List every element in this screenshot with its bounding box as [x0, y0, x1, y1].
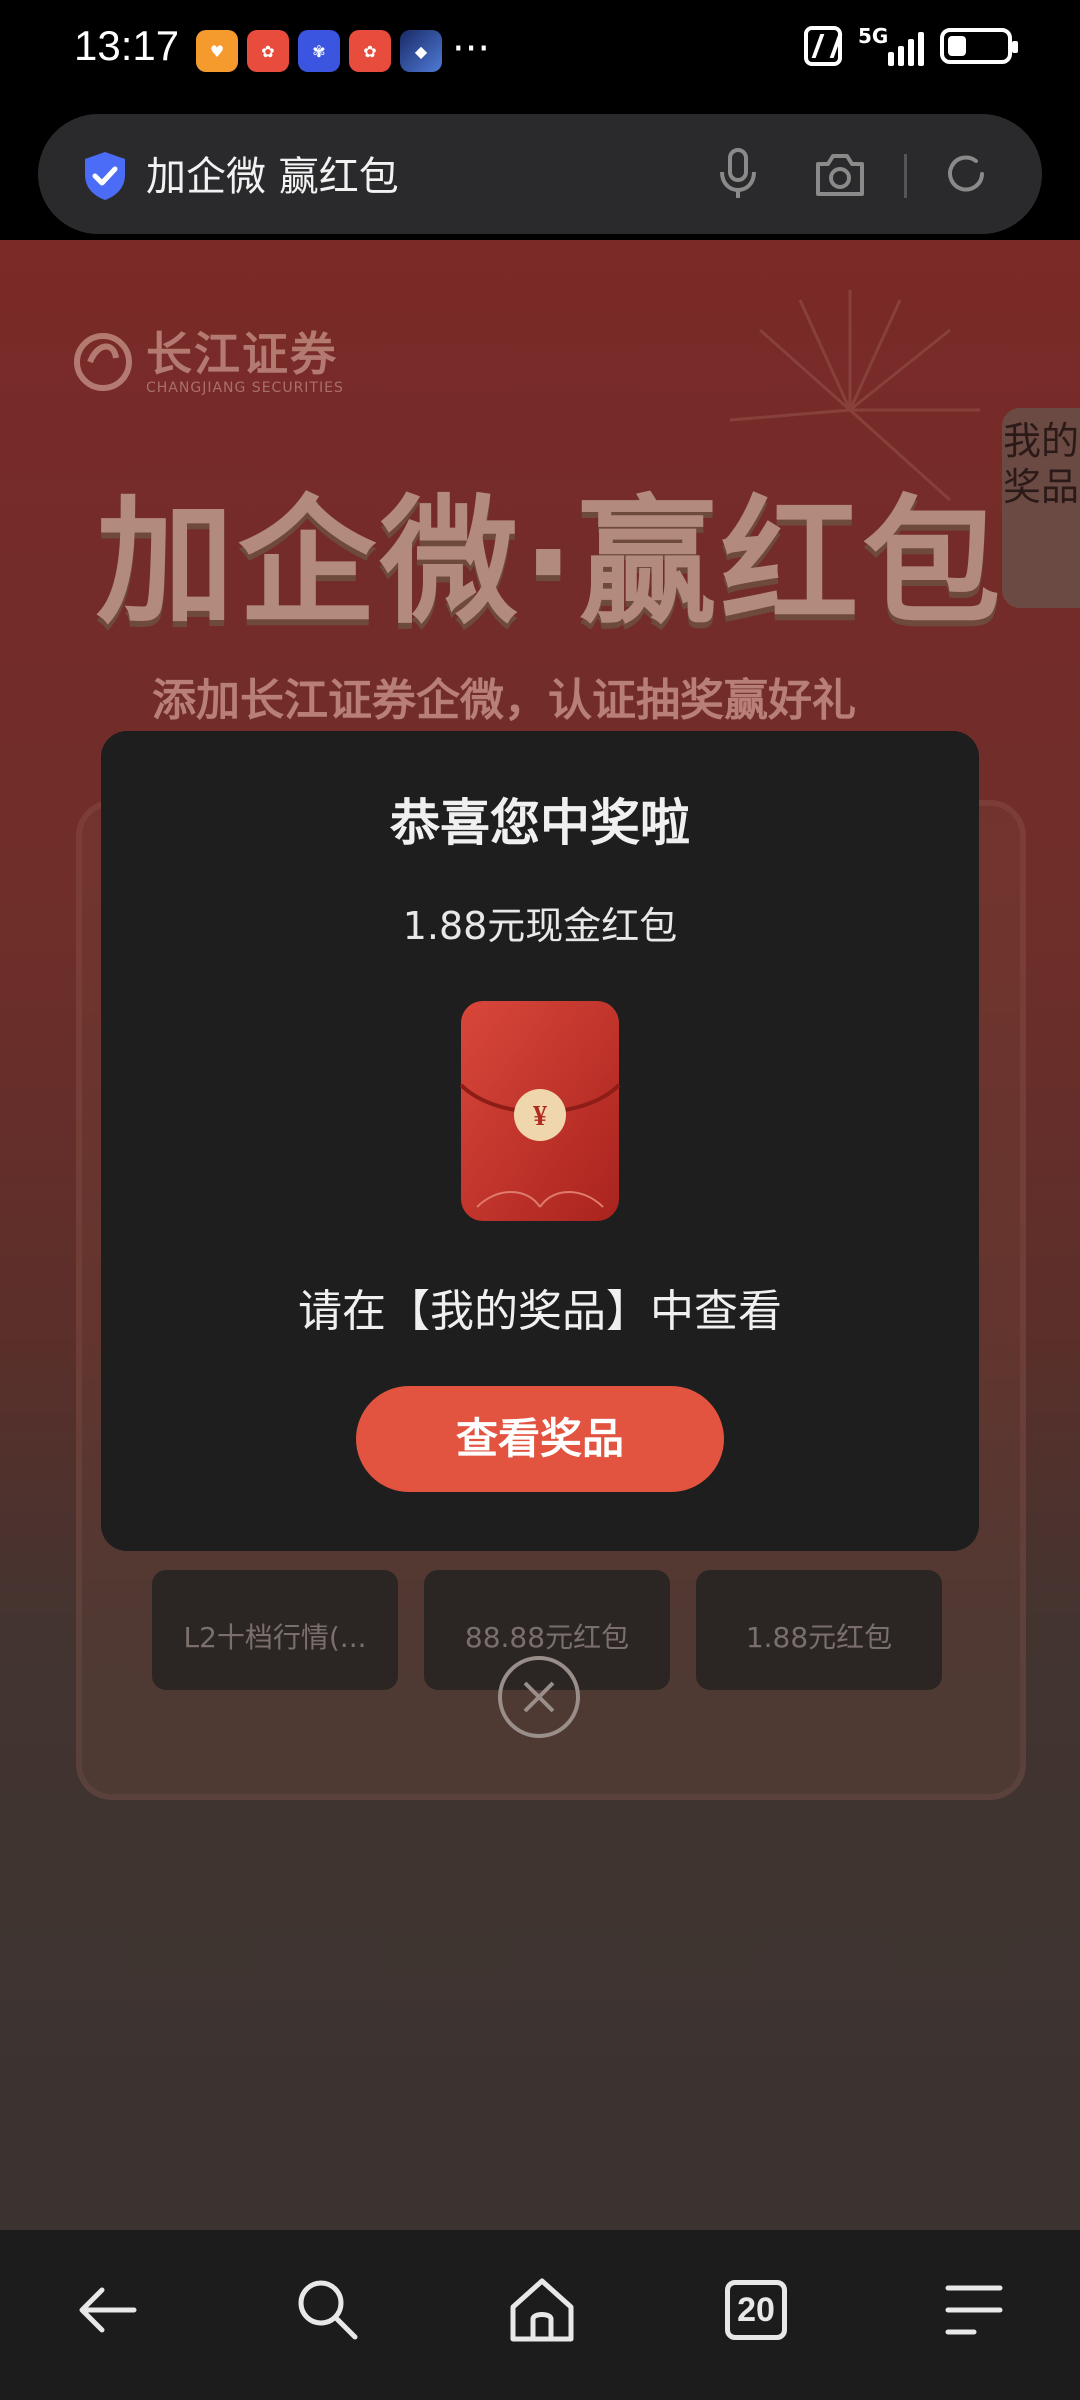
envelope-symbol: ¥ [533, 1101, 547, 1132]
address-divider [904, 154, 907, 198]
status-bar: 13:17 ♥ ✿ ✾ ✿ ◆ ··· 5G [0, 0, 1080, 104]
address-query[interactable]: 加企微 赢红包 [146, 144, 399, 202]
heart-app-icon: ♥ [196, 30, 238, 72]
refresh-icon[interactable] [940, 148, 992, 200]
browser-bottom-nav: 20 [0, 2230, 1080, 2400]
menu-button[interactable] [932, 2270, 1012, 2350]
status-indicators: 5G [804, 24, 1018, 66]
page-headline: 加企微·赢红包 [96, 482, 1005, 643]
my-prizes-tab[interactable]: 我的奖品 [1002, 408, 1080, 608]
browser-toolbar: 加企微 赢红包 [0, 104, 1080, 240]
logo-mark-icon [74, 333, 132, 391]
shield-icon [85, 152, 125, 200]
search-icon [298, 2280, 358, 2340]
menu-icon [945, 2285, 1003, 2335]
close-modal-icon[interactable] [496, 1654, 582, 1740]
address-bar[interactable]: 加企微 赢红包 [38, 114, 1042, 234]
page-subline: 添加长江证券企微，认证抽奖赢好礼 [152, 675, 856, 726]
nfc-icon [804, 26, 842, 66]
home-icon [510, 2278, 574, 2342]
prize-win-modal: 恭喜您中奖啦 1.88元现金红包 ¥ 请在【我的奖品】中查看 查看奖品 [101, 731, 979, 1551]
flower-app-icon: ✾ [298, 30, 340, 72]
view-prize-button[interactable]: 查看奖品 [356, 1386, 724, 1492]
home-button[interactable] [502, 2270, 582, 2350]
prize-card: 1.88元红包 [696, 1570, 942, 1690]
search-button[interactable] [288, 2270, 368, 2350]
logo-text: 长江证券 [146, 329, 338, 380]
camera-icon[interactable] [812, 150, 868, 200]
prize-card: L2十档行情(... [152, 1570, 398, 1690]
changjiang-logo: 长江证券 CHANGJIANG SECURITIES [70, 318, 344, 396]
network-type: 5G [858, 24, 889, 48]
game-app-icon: ◆ [400, 30, 442, 72]
microphone-icon[interactable] [710, 146, 766, 202]
back-arrow-icon [79, 2287, 137, 2333]
prize-amount: 1.88元现金红包 [402, 904, 678, 948]
app-notification-icon: ✿ [247, 30, 289, 72]
status-time: 13:17 [74, 22, 180, 69]
back-button[interactable] [68, 2270, 148, 2350]
modal-hint: 请在【我的奖品】中查看 [298, 1286, 782, 1337]
signal-icon: 5G [858, 24, 924, 66]
more-notifications-icon: ··· [452, 26, 491, 72]
tabs-button[interactable]: 20 [716, 2270, 796, 2350]
modal-title: 恭喜您中奖啦 [390, 794, 690, 852]
notification-icons: ♥ ✿ ✾ ✿ ◆ [196, 30, 442, 72]
tabs-count: 20 [725, 2280, 787, 2340]
red-envelope-icon: ¥ [459, 1001, 621, 1221]
app-notification-icon: ✿ [349, 30, 391, 72]
logo-subtext: CHANGJIANG SECURITIES [146, 380, 344, 396]
battery-icon [940, 28, 1018, 64]
